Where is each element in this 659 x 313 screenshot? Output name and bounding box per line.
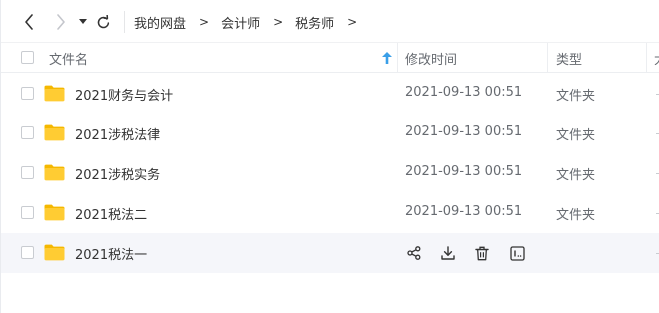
table-row[interactable]: 2021财务与会计 2021-09-13 00:51 文件夹	[1, 74, 659, 114]
folder-icon	[44, 124, 65, 141]
file-list-header: 文件名 修改时间 类型 大	[1, 42, 659, 73]
delete-icon	[475, 246, 489, 260]
file-type: 文件夹	[556, 208, 596, 223]
file-name[interactable]: 2021税法一	[75, 244, 147, 263]
row-checkbox[interactable]	[21, 246, 34, 259]
caret-down-icon	[79, 19, 87, 24]
refresh-icon	[97, 14, 109, 28]
row-checkbox[interactable]	[21, 166, 34, 179]
row-checkbox[interactable]	[21, 206, 34, 219]
breadcrumb-separator: >	[347, 15, 358, 29]
file-manager: 我的网盘 > 会计师 > 税务师 > 文件名 修改时间 类型 大	[0, 0, 659, 313]
folder-icon	[44, 244, 65, 261]
row-checkbox[interactable]	[21, 87, 34, 100]
chevron-left-icon	[25, 14, 33, 30]
folder-icon	[44, 85, 65, 102]
breadcrumb: 我的网盘 > 会计师 > 税务师 >	[134, 12, 369, 32]
file-name[interactable]: 2021涉税法律	[75, 124, 160, 143]
forward-button[interactable]	[51, 12, 71, 32]
toolbar: 我的网盘 > 会计师 > 税务师 >	[1, 0, 659, 44]
select-all-checkbox[interactable]	[21, 51, 34, 64]
column-header-size-label: 大	[654, 49, 659, 68]
file-modified-time: 2021-09-13 00:51	[405, 204, 523, 219]
table-row[interactable]: 2021税法二 2021-09-13 00:51 文件夹	[1, 193, 659, 233]
row-checkbox[interactable]	[21, 126, 34, 139]
file-modified-time: 2021-09-13 00:51	[405, 164, 523, 179]
breadcrumb-item-accountant[interactable]: 会计师	[221, 13, 260, 32]
share-button[interactable]	[405, 244, 423, 262]
breadcrumb-item-tax-advisor[interactable]: 税务师	[295, 13, 334, 32]
column-header-time-label: 修改时间	[405, 52, 458, 68]
column-divider	[646, 43, 647, 73]
folder-icon	[44, 204, 65, 221]
folder-icon	[44, 164, 65, 181]
column-header-name-label: 文件名	[49, 52, 89, 68]
column-divider	[397, 43, 398, 73]
file-type: 文件夹	[556, 128, 596, 143]
more-button[interactable]	[508, 244, 526, 262]
more-icon	[509, 245, 525, 261]
file-name[interactable]: 2021财务与会计	[75, 85, 173, 104]
chevron-right-icon	[57, 14, 65, 30]
refresh-button[interactable]	[93, 12, 113, 32]
column-header-size[interactable]: 大	[654, 43, 659, 73]
column-header-type[interactable]: 类型	[556, 43, 641, 73]
file-type: 文件夹	[556, 89, 596, 104]
share-icon	[407, 246, 421, 260]
breadcrumb-item-home[interactable]: 我的网盘	[134, 13, 186, 32]
column-divider	[547, 43, 548, 73]
toolbar-divider	[124, 11, 125, 33]
column-header-name[interactable]: 文件名	[49, 43, 379, 73]
back-button[interactable]	[19, 12, 39, 32]
breadcrumb-separator: >	[199, 15, 210, 29]
history-dropdown-button[interactable]	[73, 12, 93, 32]
column-header-type-label: 类型	[556, 52, 583, 68]
file-name[interactable]: 2021涉税实务	[75, 164, 160, 183]
file-type: 文件夹	[556, 168, 596, 183]
sort-ascending-icon	[382, 52, 392, 64]
file-name[interactable]: 2021税法二	[75, 204, 147, 223]
delete-button[interactable]	[473, 244, 491, 262]
table-row[interactable]: 2021涉税法律 2021-09-13 00:51 文件夹	[1, 113, 659, 153]
table-row[interactable]: 2021涉税实务 2021-09-13 00:51 文件夹	[1, 153, 659, 193]
column-header-time[interactable]: 修改时间	[405, 43, 540, 73]
breadcrumb-separator: >	[273, 15, 284, 29]
table-row-hovered[interactable]: 2021税法一	[1, 233, 659, 273]
download-icon	[441, 246, 455, 260]
file-modified-time: 2021-09-13 00:51	[405, 124, 523, 139]
file-modified-time: 2021-09-13 00:51	[405, 85, 523, 100]
download-button[interactable]	[439, 244, 457, 262]
